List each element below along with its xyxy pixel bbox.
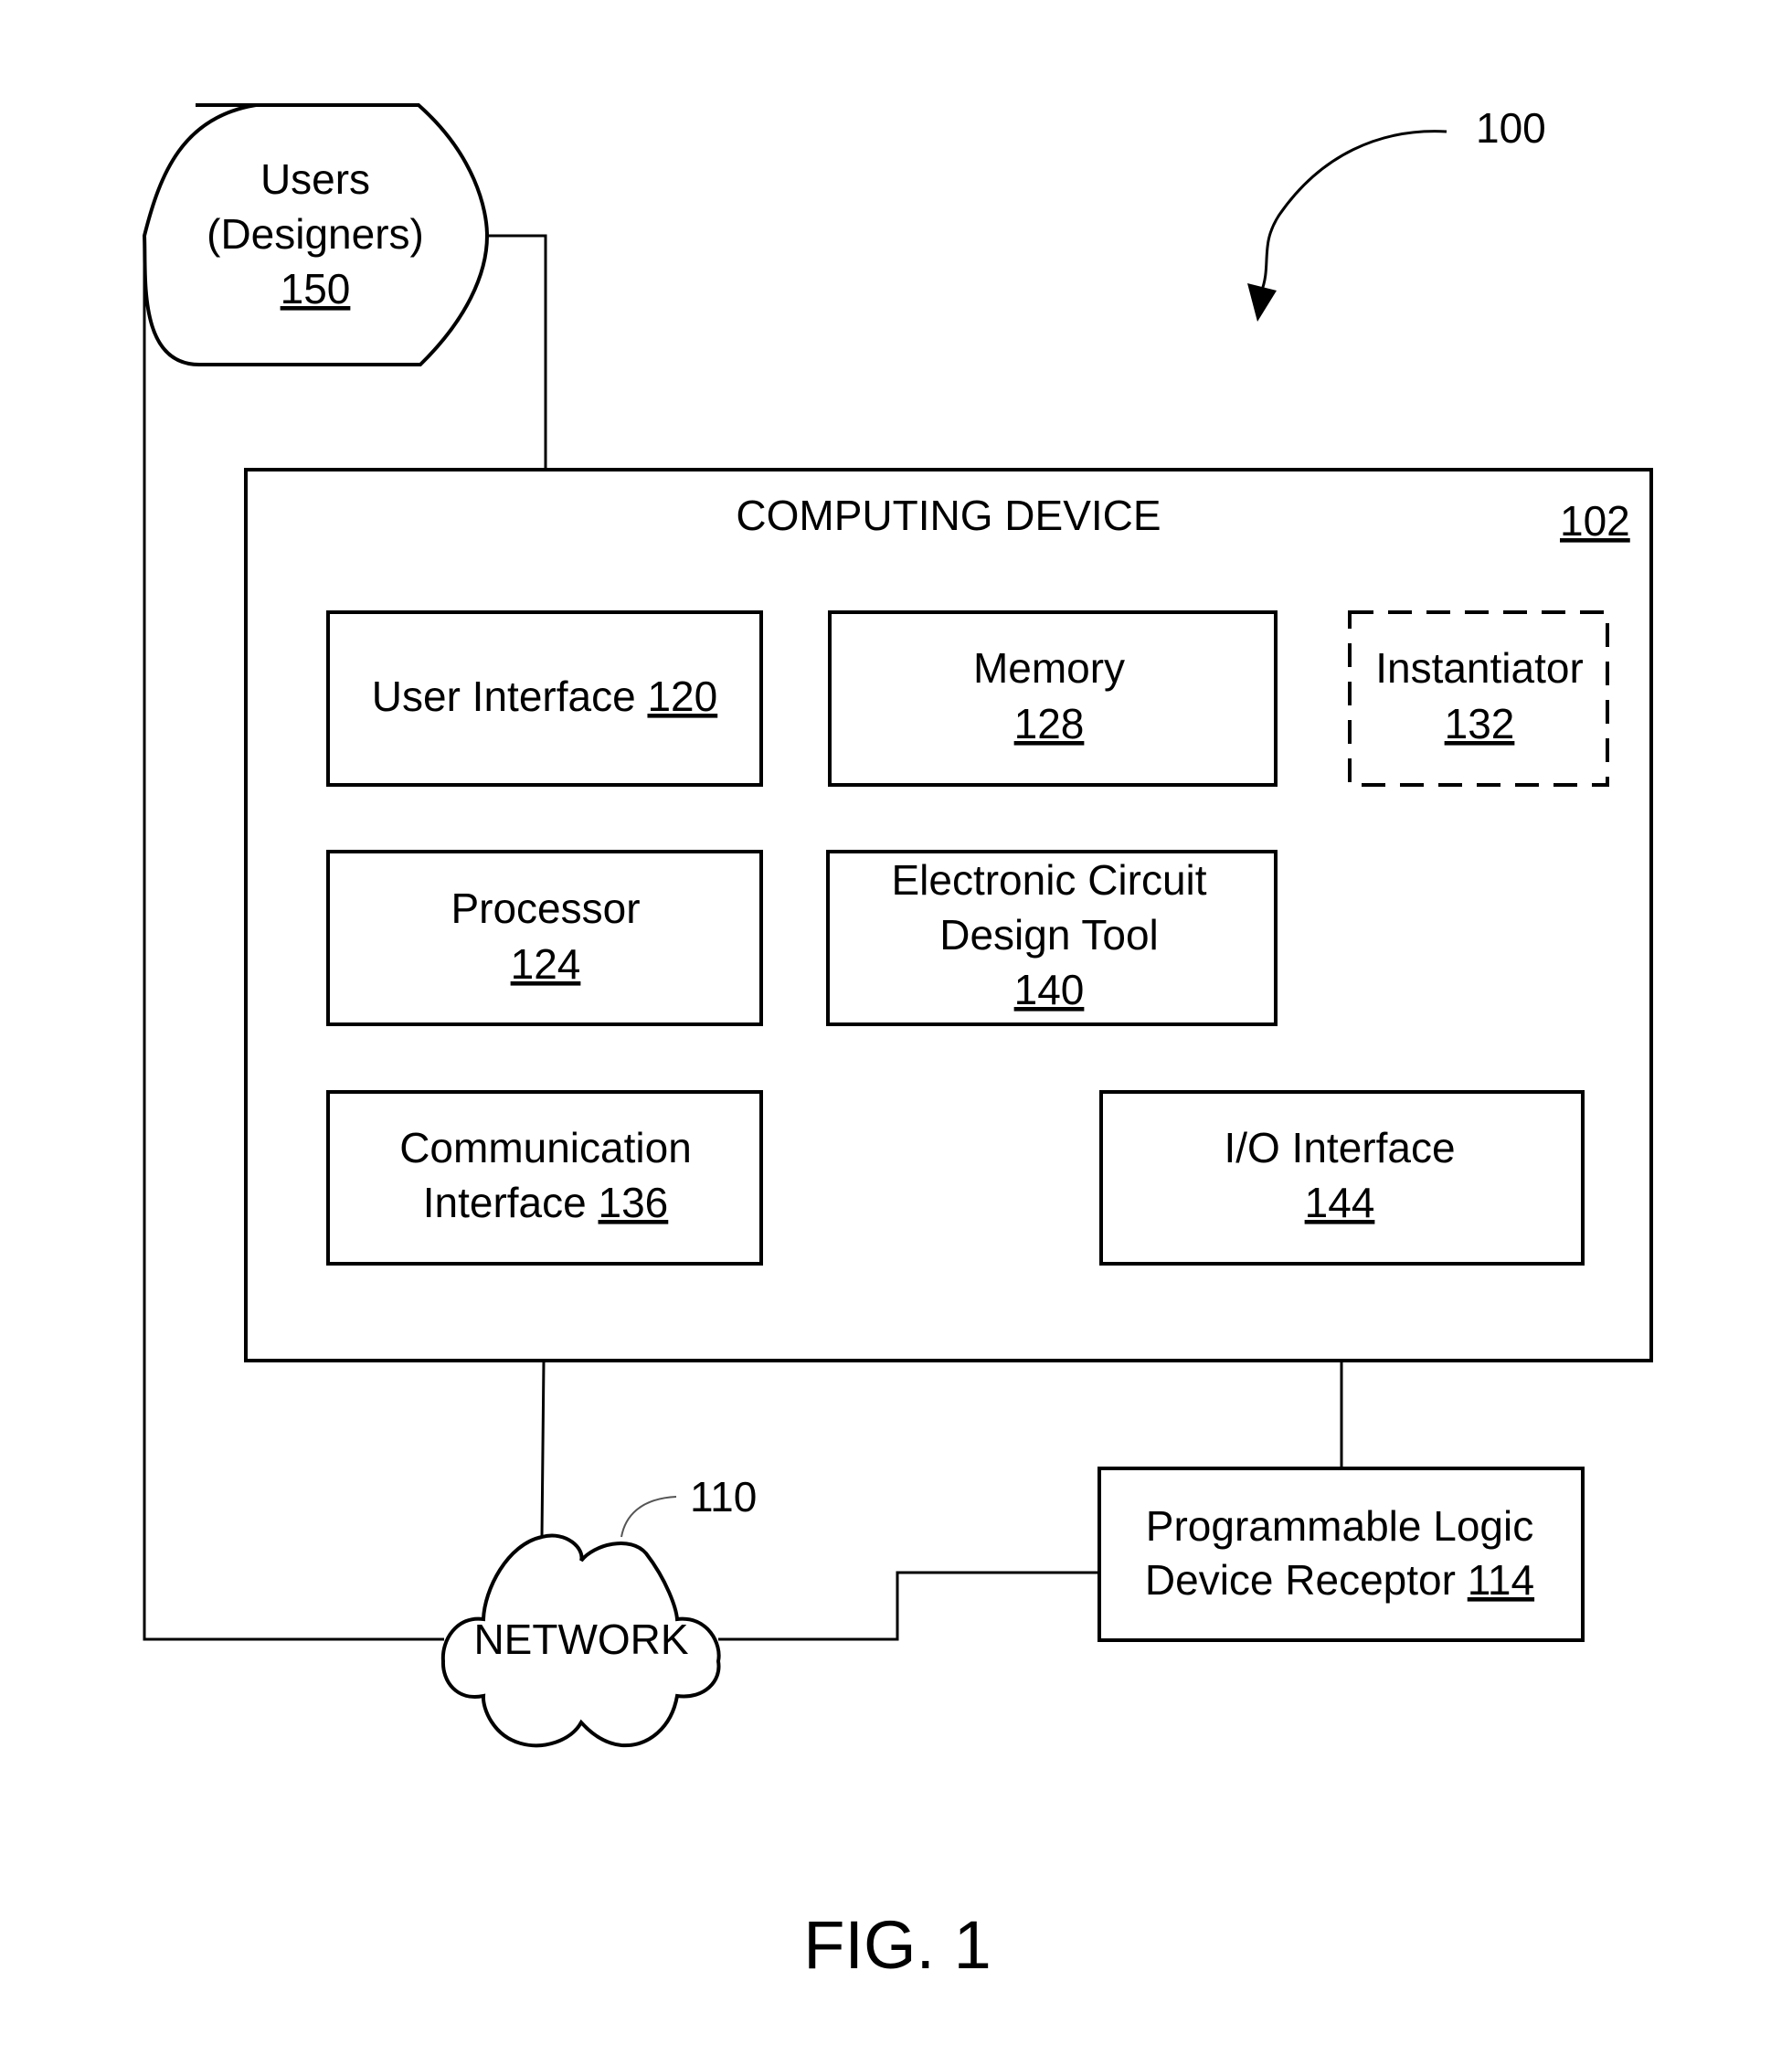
computing-device-title: COMPUTING DEVICE bbox=[736, 492, 1161, 539]
comm-interface-block: Communication Interface 136 bbox=[326, 1090, 763, 1266]
computing-device: COMPUTING DEVICE 102 User Interface 120 … bbox=[244, 468, 1653, 1362]
comm-interface-box bbox=[326, 1090, 763, 1266]
instantiator-label: Instantiator bbox=[1375, 644, 1584, 692]
memory-block: Memory 128 bbox=[828, 610, 1278, 787]
pld-receptor-block: Programmable Logic Device Receptor 114 bbox=[1097, 1467, 1585, 1642]
network-node: NETWORK 110 bbox=[440, 1473, 757, 1748]
memory-ref: 128 bbox=[1014, 700, 1085, 747]
instantiator-ref: 132 bbox=[1445, 700, 1515, 747]
processor-label: Processor bbox=[451, 885, 640, 932]
processor-block: Processor 124 bbox=[326, 850, 763, 1026]
user-interface-block: User Interface 120 bbox=[326, 610, 763, 787]
pld-receptor-line1: Programmable Logic bbox=[1146, 1502, 1533, 1550]
memory-label: Memory bbox=[973, 644, 1125, 692]
io-interface-label: I/O Interface bbox=[1224, 1124, 1455, 1171]
processor-ref: 124 bbox=[511, 940, 581, 988]
pld-receptor-box bbox=[1097, 1467, 1585, 1642]
network-ref: 110 bbox=[690, 1473, 757, 1520]
comm-interface-line2: Interface 136 bbox=[423, 1179, 669, 1226]
io-interface-box bbox=[1099, 1090, 1585, 1266]
system-reference: 100 bbox=[1247, 104, 1546, 322]
wire-network-to-pld bbox=[718, 1571, 1099, 1641]
figure-caption: FIG. 1 bbox=[803, 1907, 991, 1983]
users-line1: Users bbox=[260, 155, 370, 203]
comm-interface-line1: Communication bbox=[399, 1124, 692, 1171]
io-interface-block: I/O Interface 144 bbox=[1099, 1090, 1585, 1266]
reference-arrow-100 bbox=[1259, 130, 1447, 293]
design-tool-ref: 140 bbox=[1014, 966, 1085, 1013]
design-tool-line1: Electronic Circuit bbox=[891, 856, 1206, 904]
pld-receptor-line2: Device Receptor 114 bbox=[1145, 1556, 1534, 1604]
processor-box bbox=[326, 850, 763, 1026]
instantiator-block: Instantiator 132 bbox=[1348, 610, 1609, 787]
memory-box bbox=[828, 610, 1278, 787]
system-ref-label: 100 bbox=[1476, 104, 1546, 152]
design-tool-line2: Design Tool bbox=[939, 911, 1159, 959]
arrowhead-icon bbox=[1247, 283, 1277, 322]
computing-device-ref: 102 bbox=[1560, 497, 1630, 545]
io-interface-ref: 144 bbox=[1305, 1179, 1375, 1226]
users-node: Users (Designers) 150 bbox=[142, 103, 490, 366]
users-line2: (Designers) bbox=[207, 210, 424, 258]
network-ref-leader bbox=[620, 1496, 677, 1538]
users-ref: 150 bbox=[281, 265, 351, 313]
design-tool-block: Electronic Circuit Design Tool 140 bbox=[826, 850, 1278, 1026]
system-diagram: 100 Users (Designers) 150 COMPUTING DEVI… bbox=[142, 103, 1653, 1983]
instantiator-box bbox=[1348, 610, 1609, 787]
network-label: NETWORK bbox=[473, 1616, 688, 1663]
user-interface-label: User Interface 120 bbox=[372, 673, 717, 720]
